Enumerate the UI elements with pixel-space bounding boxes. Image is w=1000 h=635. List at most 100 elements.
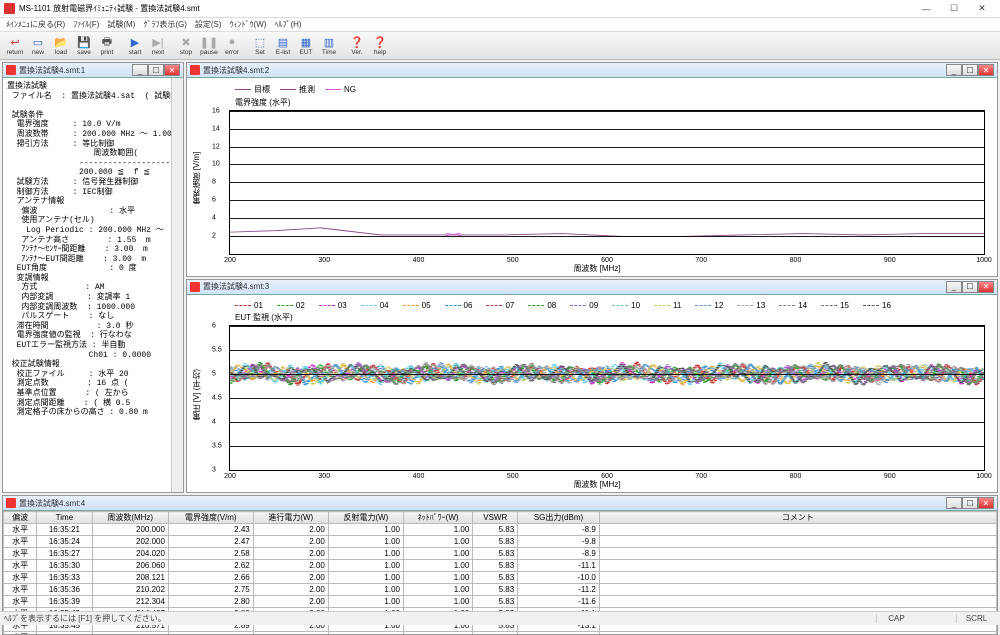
help-icon: ❓ [373, 35, 387, 49]
legend-item: 15 [821, 301, 849, 310]
table-row[interactable]: 水平16:35:30206.0602.622.001.001.005.83-11… [4, 560, 997, 572]
maximize-button[interactable]: ☐ [940, 2, 968, 16]
sub-minimize-button[interactable]: _ [132, 64, 148, 76]
chart2-window: 置換法試験4.smt:3 _☐✕ 電圧 [V] (平均) 01020304050… [186, 279, 998, 494]
table-row[interactable]: 水平16:35:27204.0202.582.001.001.005.83-8.… [4, 548, 997, 560]
menu-item[interactable]: ﾌｧｲﾙ(F) [73, 19, 99, 30]
sub-close-button[interactable]: ✕ [978, 497, 994, 509]
save-button[interactable]: 💾save [73, 35, 95, 56]
sub-maximize-button[interactable]: ☐ [962, 281, 978, 293]
col-header[interactable]: 進行電力(W) [253, 512, 328, 524]
legend-item: 14 [779, 301, 807, 310]
legend-item: NG [325, 84, 356, 95]
time-button[interactable]: ▥Time [318, 35, 340, 56]
col-header[interactable]: 周波数(MHz) [92, 512, 168, 524]
sub-maximize-button[interactable]: ☐ [962, 64, 978, 76]
pause-button[interactable]: ❚❚pause [198, 35, 220, 56]
ver-button[interactable]: ❓Ver. [346, 35, 368, 56]
table-row[interactable]: 水平16:35:33208.1212.662.001.001.005.83-10… [4, 572, 997, 584]
legend-item: 11 [654, 301, 681, 310]
col-header[interactable]: VSWR [473, 512, 518, 524]
workspace: 置換法試験4.smt:1 _ ☐ ✕ 置換法試験 ファイル名 : 置換法試験4.… [0, 60, 1000, 495]
next-button[interactable]: ▶|next [147, 35, 169, 56]
error-icon: ● [225, 35, 239, 49]
chart2-legend: 01020304050607080910111213141516 [205, 299, 989, 312]
table-row[interactable]: 水平16:35:48218.7372.942.001.001.005.83-11… [4, 632, 997, 635]
status-scrl: SCRL [956, 614, 996, 623]
chart2-win-title: 置換法試験4.smt:3 [203, 281, 269, 292]
legend-item: 13 [737, 301, 765, 310]
subwindow-header: 置換法試験4.smt:1 _ ☐ ✕ [3, 63, 183, 78]
subwindow-icon [190, 282, 200, 292]
sub-close-button[interactable]: ✕ [164, 64, 180, 76]
table-row[interactable]: 水平16:35:21200.0002.432.001.001.005.83-8.… [4, 524, 997, 536]
sub-minimize-button[interactable]: _ [946, 64, 962, 76]
toolbar: ↩return▭new📂load💾save🖶print ▶start▶|next ✖… [0, 32, 1000, 60]
save-icon: 💾 [77, 35, 91, 49]
sub-close-button[interactable]: ✕ [978, 64, 994, 76]
menu-item[interactable]: ｸﾞﾗﾌ表示(G) [143, 19, 187, 30]
eut-icon: ▦ [299, 35, 313, 49]
table-row[interactable]: 水平16:35:36210.2022.752.001.001.005.83-11… [4, 584, 997, 596]
set-button[interactable]: ⬚Set [249, 35, 271, 56]
menu-item[interactable]: 試験(M) [107, 19, 135, 30]
chart1-title: 電界強度 (水平) [205, 97, 989, 108]
sub-minimize-button[interactable]: _ [946, 281, 962, 293]
scrollbar[interactable] [171, 78, 183, 492]
col-header[interactable]: 偏波 [4, 512, 37, 524]
table-row[interactable]: 水平16:35:24202.0002.472.001.001.005.83-9.… [4, 536, 997, 548]
text-subwindow: 置換法試験4.smt:1 _ ☐ ✕ 置換法試験 ファイル名 : 置換法試験4.… [2, 62, 184, 493]
menu-item[interactable]: ｳｨﾝﾄﾞｳ(W) [230, 19, 267, 30]
new-icon: ▭ [31, 35, 45, 49]
error-button[interactable]: ●error [221, 35, 243, 56]
help-button[interactable]: ❓help [369, 35, 391, 56]
new-button[interactable]: ▭new [27, 35, 49, 56]
minimize-button[interactable]: — [912, 2, 940, 16]
col-header[interactable]: 反射電力(W) [328, 512, 403, 524]
stop-button[interactable]: ✖stop [175, 35, 197, 56]
close-button[interactable]: ✕ [968, 2, 996, 16]
col-header[interactable]: ﾈｯﾄﾊﾟﾜｰ(W) [403, 512, 472, 524]
elist-button[interactable]: ▤E-list [272, 35, 294, 56]
menu-item[interactable]: ﾒｲﾝﾒﾆｭに戻る(R) [6, 19, 65, 30]
start-button[interactable]: ▶start [124, 35, 146, 56]
load-button[interactable]: 📂load [50, 35, 72, 56]
menu-item[interactable]: ﾍﾙﾌﾟ(H) [274, 19, 301, 30]
chart1-ylabel: 電界強度 [V/m] [191, 82, 205, 274]
col-header[interactable]: Time [37, 512, 92, 524]
menu-item[interactable]: 設定(S) [195, 19, 222, 30]
load-icon: 📂 [54, 35, 68, 49]
set-icon: ⬚ [253, 35, 267, 49]
status-help: ﾍﾙﾌﾟを表示するには [F1] を押してください。 [4, 613, 166, 624]
chart1-legend: 目標推測 NG [205, 82, 989, 97]
col-header[interactable]: SG出力(dBm) [518, 512, 600, 524]
chart2-plot: 33.544.555.56200300400500600700800900100… [229, 325, 985, 472]
sub-maximize-button[interactable]: ☐ [148, 64, 164, 76]
legend-item: 06 [445, 301, 473, 310]
col-header[interactable]: コメント [599, 512, 996, 524]
legend-item: 12 [695, 301, 723, 310]
table-header: 置換法試験4.smt:4 _☐✕ [3, 496, 997, 511]
legend-item: 01 [235, 301, 263, 310]
subwindow-title: 置換法試験4.smt:1 [19, 65, 85, 76]
table-win-title: 置換法試験4.smt:4 [19, 498, 85, 509]
menubar: ﾒｲﾝﾒﾆｭに戻る(R) ﾌｧｲﾙ(F) 試験(M) ｸﾞﾗﾌ表示(G) 設定(S) ｳｨ… [0, 18, 1000, 32]
sub-maximize-button[interactable]: ☐ [962, 497, 978, 509]
chart2-title: EUT 監視 (水平) [205, 312, 989, 323]
test-info-text: 置換法試験 ファイル名 : 置換法試験4.sat ( 試験時 試験条件 電界強度… [3, 78, 171, 492]
sub-minimize-button[interactable]: _ [946, 497, 962, 509]
sub-close-button[interactable]: ✕ [978, 281, 994, 293]
eut-button[interactable]: ▦EUT [295, 35, 317, 56]
table-row[interactable]: 水平16:35:39212.3042.802.001.001.005.83-11… [4, 596, 997, 608]
legend-item: 推測 [280, 84, 315, 95]
chart1-win-title: 置換法試験4.smt:2 [203, 65, 269, 76]
legend-item: 08 [528, 301, 556, 310]
titlebar: MS-1101 放射電磁界ｲﾐｭﾆﾃｨ試験 - 置換法試験4.smt — ☐ ✕ [0, 0, 1000, 18]
legend-item: 02 [277, 301, 305, 310]
print-icon: 🖶 [100, 35, 114, 49]
chart1-plot: ✕ 24681012141620030040050060070080090010… [229, 110, 985, 255]
col-header[interactable]: 電界強度(V/m) [168, 512, 253, 524]
legend-item: 目標 [235, 84, 270, 95]
print-button[interactable]: 🖶print [96, 35, 118, 56]
return-button[interactable]: ↩return [4, 35, 26, 56]
